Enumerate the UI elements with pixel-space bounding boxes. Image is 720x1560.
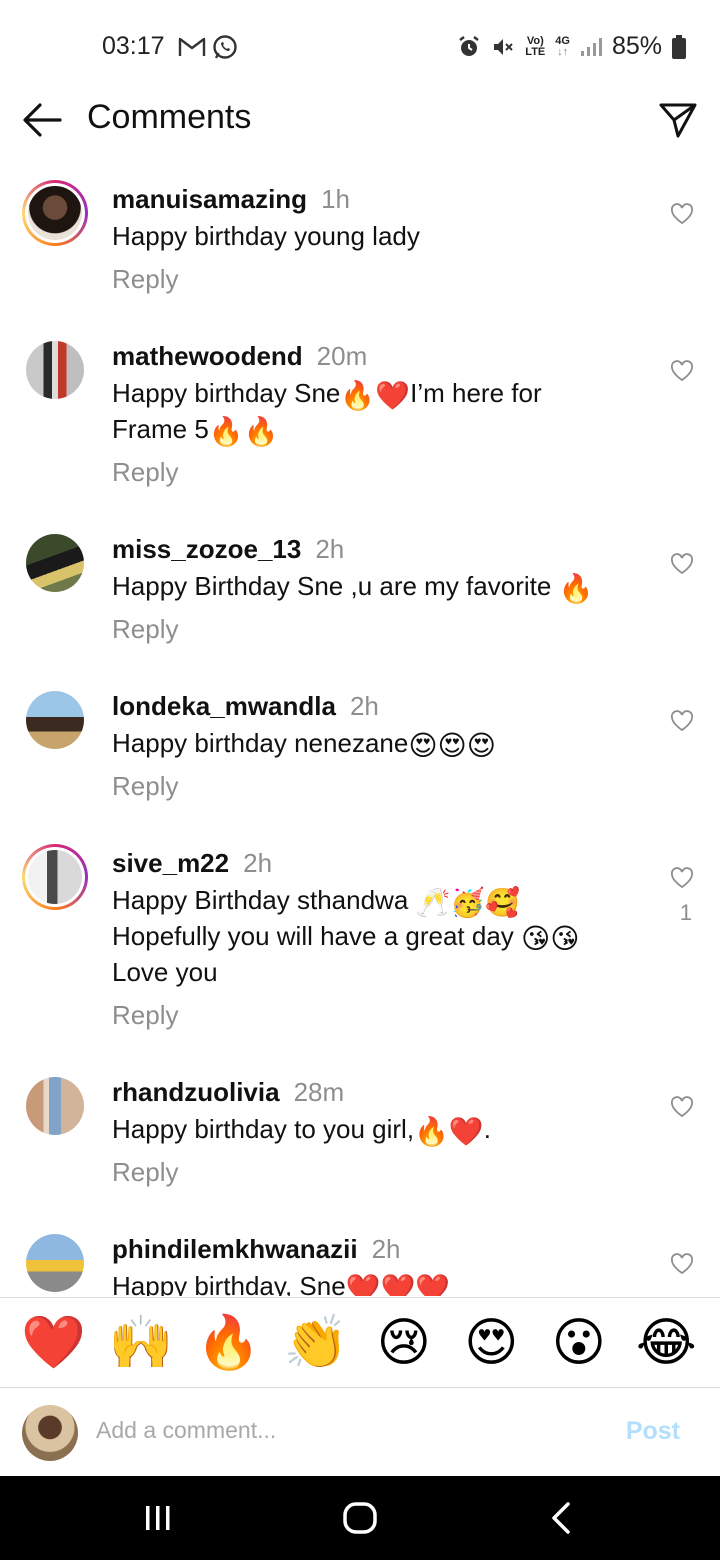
comment-text: Happy birthday to you girl,🔥❤️. xyxy=(112,1114,492,1147)
reply-button[interactable]: Reply xyxy=(112,1157,178,1188)
emoji-heart-eyes-button[interactable]: 😍 xyxy=(456,1313,526,1373)
whatsapp-icon xyxy=(213,35,237,59)
like-heart-icon[interactable] xyxy=(670,867,694,889)
comment-time: 1h xyxy=(321,184,350,214)
emoji-heart-button[interactable]: ❤️ xyxy=(19,1313,89,1373)
volte-icon: Vo) LTE xyxy=(525,34,546,58)
comment-username[interactable]: sive_m22 xyxy=(112,848,229,878)
4g-icon: 4G ↓↑ xyxy=(555,34,570,58)
status-bar: 03:17 Vo) LTE 4G ↓↑ 85% xyxy=(0,0,720,90)
comment-text: Happy Birthday Sne ,u are my favorite 🔥 xyxy=(112,571,594,604)
like-heart-icon[interactable] xyxy=(670,203,694,225)
like-heart-icon[interactable] xyxy=(670,553,694,575)
comment-time: 2h xyxy=(315,534,345,564)
volte-bottom: LTE xyxy=(525,45,546,58)
home-icon[interactable] xyxy=(340,1498,380,1538)
page-title: Comments xyxy=(87,98,252,136)
avatar[interactable] xyxy=(26,1234,84,1292)
emoji-clap-button[interactable]: 👏 xyxy=(281,1313,351,1373)
system-nav-bar xyxy=(0,1476,720,1560)
recent-apps-icon[interactable] xyxy=(138,1498,178,1538)
system-icons: Vo) LTE 4G ↓↑ 85% xyxy=(457,32,686,61)
comment-time: 28m xyxy=(293,1077,345,1107)
comment-text: Happy Birthday sthandwa 🥂🥳🥰 Hopefully yo… xyxy=(112,882,652,990)
battery-icon xyxy=(672,34,686,59)
comment-time: 2h xyxy=(371,1234,401,1264)
comment-time: 20m xyxy=(316,341,368,371)
reply-button[interactable]: Reply xyxy=(112,771,178,802)
gmail-icon xyxy=(178,37,206,56)
reply-button[interactable]: Reply xyxy=(112,264,178,295)
comment-username[interactable]: londeka_mwandla xyxy=(112,691,336,721)
avatar[interactable] xyxy=(26,1077,84,1135)
emoji-raised-hands-button[interactable]: 🙌 xyxy=(106,1313,176,1373)
emoji-surprised-button[interactable]: 😮 xyxy=(544,1313,614,1373)
comment-username[interactable]: phindilemkhwanazii xyxy=(112,1234,358,1264)
avatar[interactable] xyxy=(26,341,84,399)
reply-button[interactable]: Reply xyxy=(112,1000,178,1031)
gen-top: 4G xyxy=(555,34,570,47)
comment-composer: Post xyxy=(0,1389,720,1476)
back-icon[interactable] xyxy=(542,1498,582,1538)
gen-bottom: ↓↑ xyxy=(557,45,569,58)
avatar[interactable] xyxy=(22,180,88,246)
avatar xyxy=(22,1405,78,1461)
mute-icon xyxy=(494,38,514,55)
like-count: 1 xyxy=(679,900,692,925)
avatar[interactable] xyxy=(26,534,84,592)
comment-text-line: Love you xyxy=(112,957,218,987)
like-heart-icon[interactable] xyxy=(670,1253,694,1275)
notification-icons xyxy=(178,34,238,60)
comment-text: Happy birthday, Sne❤️❤️❤️ xyxy=(112,1271,451,1296)
status-time: 03:17 xyxy=(102,32,165,60)
comment-text: Happy birthday Sne🔥❤️I’m here for Frame … xyxy=(112,375,652,447)
volte-top: Vo) xyxy=(526,34,544,47)
reply-button[interactable]: Reply xyxy=(112,457,178,488)
like-heart-icon[interactable] xyxy=(670,360,694,382)
battery-percent: 85% xyxy=(611,32,662,60)
comment-input[interactable] xyxy=(96,1417,576,1444)
alarm-icon xyxy=(459,35,480,56)
comment-text-line: Hopefully you will have a great day 😘😘 xyxy=(112,921,580,954)
reply-button[interactable]: Reply xyxy=(112,614,178,645)
comment-text-line: Happy birthday Sne🔥❤️I’m here for xyxy=(112,378,542,411)
comments-list[interactable]: manuisamazing 1h Happy birthday young lad… xyxy=(0,160,720,1296)
comment-time: 2h xyxy=(243,848,273,878)
send-icon[interactable] xyxy=(658,100,698,140)
post-button[interactable]: Post xyxy=(626,1417,680,1446)
emoji-laughing-button[interactable]: 😂 xyxy=(631,1313,701,1373)
comment-time: 2h xyxy=(349,691,379,721)
comment-text: Happy birthday nenezane😍😍😍 xyxy=(112,728,496,761)
signal-icon xyxy=(580,37,602,56)
arrow-left-icon[interactable] xyxy=(20,100,64,140)
like-heart-icon[interactable] xyxy=(670,1096,694,1118)
comments-header: Comments xyxy=(0,90,720,150)
like-heart-icon[interactable] xyxy=(670,710,694,732)
avatar[interactable] xyxy=(26,691,84,749)
comment-username[interactable]: miss_zozoe_13 xyxy=(112,534,301,564)
emoji-fire-button[interactable]: 🔥 xyxy=(194,1313,264,1373)
comment-username[interactable]: manuisamazing xyxy=(112,184,307,214)
comment-text-line: Frame 5🔥🔥 xyxy=(112,414,279,447)
comment-username[interactable]: rhandzuolivia xyxy=(112,1077,280,1107)
comment-text: Happy birthday young lady xyxy=(112,221,420,251)
emoji-reaction-bar: ❤️ 🙌 🔥 👏 😢 😍 😮 😂 xyxy=(0,1297,720,1388)
comment-username[interactable]: mathewoodend xyxy=(112,341,303,371)
comment-text-line: Happy Birthday sthandwa 🥂🥳🥰 xyxy=(112,885,521,918)
emoji-sad-button[interactable]: 😢 xyxy=(369,1313,439,1373)
avatar[interactable] xyxy=(22,844,88,910)
